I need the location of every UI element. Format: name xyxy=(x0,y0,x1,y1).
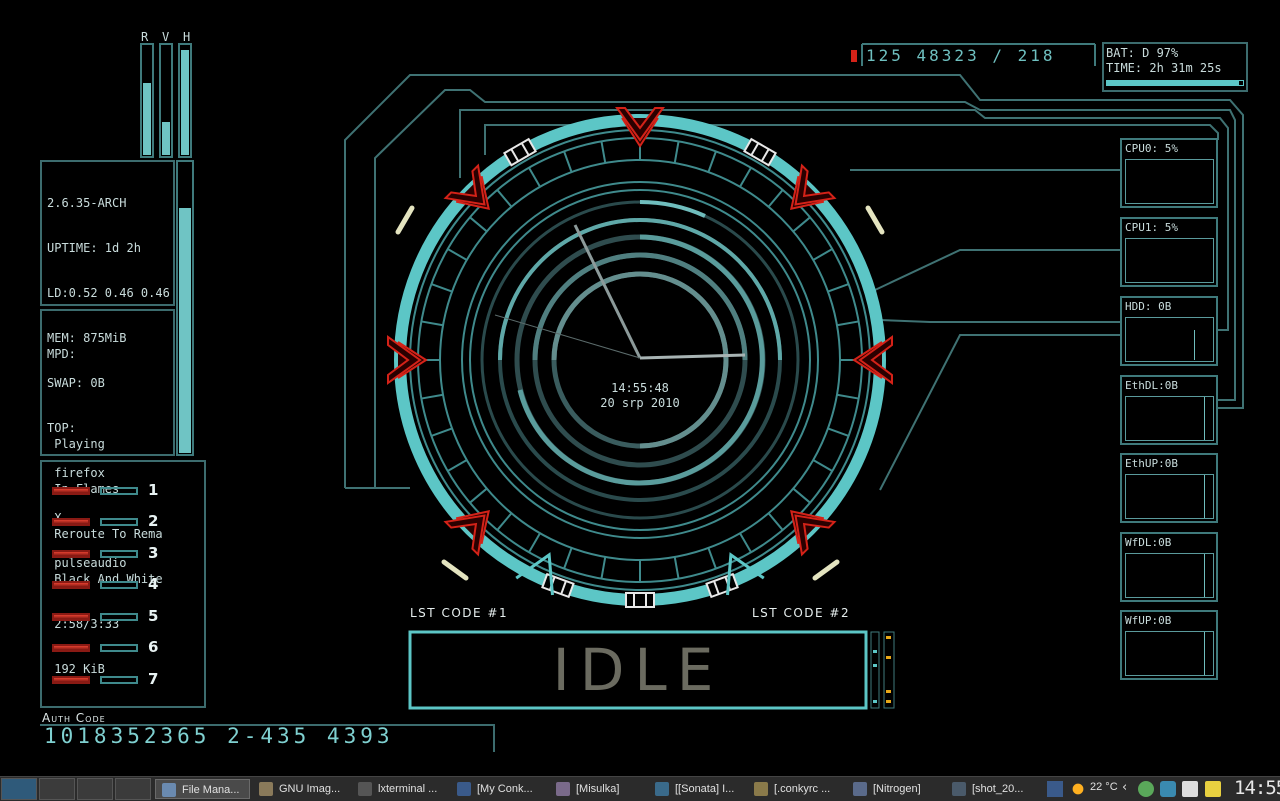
task-label: [[Sonata] I... xyxy=(675,783,735,795)
image-viewer-icon xyxy=(556,782,570,796)
disk-graph-panel: HDD: 0B xyxy=(1120,296,1218,366)
net-graph-panel: EthUP:0B xyxy=(1120,453,1218,523)
graph-plot xyxy=(1125,159,1214,204)
graph-plot xyxy=(1125,553,1214,598)
taskbar-task[interactable]: [.conkyrc ... xyxy=(748,779,843,799)
desktop-2-button[interactable] xyxy=(39,778,75,800)
taskbar-task[interactable]: File Mana... xyxy=(155,779,250,799)
taskbar-task[interactable]: GNU Imag... xyxy=(253,779,348,799)
desktop-3-button[interactable] xyxy=(77,778,113,800)
graph-label: CPU0: 5% xyxy=(1125,142,1178,155)
lst-code-2-label: LST CODE #2 xyxy=(752,606,851,620)
screenshot-icon xyxy=(952,782,966,796)
weather-temp: 22 °C xyxy=(1090,781,1118,793)
chevron-marker xyxy=(387,335,428,385)
top-counter: 125 48323 / 218 xyxy=(866,46,1056,65)
task-label: File Mana... xyxy=(182,784,240,796)
taskbar-task[interactable]: [[Sonata] I... xyxy=(649,779,744,799)
task-label: [Misulka] xyxy=(576,783,620,795)
terminal-icon xyxy=(358,782,372,796)
cpu-graph-panel: CPU0: 5% xyxy=(1120,138,1218,208)
task-label: GNU Imag... xyxy=(279,783,341,795)
taskbar-task[interactable]: [My Conk... xyxy=(451,779,546,799)
task-label: [My Conk... xyxy=(477,783,533,795)
task-label: [.conkyrc ... xyxy=(774,783,831,795)
notes-icon[interactable] xyxy=(1205,781,1221,797)
graph-label: HDD: 0B xyxy=(1125,300,1172,313)
battery-status: BAT: D 97% xyxy=(1106,46,1179,60)
clamp-bolt xyxy=(743,137,777,167)
clamp-bolt xyxy=(541,572,575,599)
gimp-icon xyxy=(259,782,273,796)
graph-label: WfUP:0B xyxy=(1125,614,1172,627)
nitrogen-icon xyxy=(853,782,867,796)
file-manager-icon xyxy=(162,783,176,797)
clamp-bolt xyxy=(503,137,537,167)
graph-label: EthDL:0B xyxy=(1125,379,1178,392)
counter-indicator xyxy=(851,50,857,62)
graph-plot xyxy=(1125,238,1214,283)
graph-label: WfDL:0B xyxy=(1125,536,1172,549)
graph-plot xyxy=(1125,474,1214,519)
chevron-marker xyxy=(615,107,665,148)
volume-icon[interactable] xyxy=(1160,781,1176,797)
cpu-graph-panel: CPU1: 5% xyxy=(1120,217,1218,287)
text-editor-icon xyxy=(754,782,768,796)
task-label: [Nitrogen] xyxy=(873,783,921,795)
music-icon xyxy=(655,782,669,796)
browser-icon xyxy=(457,782,471,796)
taskbar-task[interactable]: [Nitrogen] xyxy=(847,779,942,799)
graph-plot xyxy=(1125,317,1214,362)
clamp-bolt xyxy=(625,592,655,608)
battery-panel: BAT: D 97% TIME: 2h 31m 25s xyxy=(1102,42,1248,92)
window-icon[interactable] xyxy=(1047,781,1063,797)
lst-code-1-label: LST CODE #1 xyxy=(410,606,509,620)
battery-time: TIME: 2h 31m 25s xyxy=(1106,61,1222,75)
clock-time: 14:55:48 xyxy=(611,381,669,395)
network-icon[interactable] xyxy=(1138,781,1154,797)
desktop-1-button[interactable] xyxy=(1,778,37,800)
tray-expand-icon[interactable]: ‹ xyxy=(1122,780,1127,795)
task-label: lxterminal ... xyxy=(378,783,438,795)
net-graph-panel: EthDL:0B xyxy=(1120,375,1218,445)
taskbar-task[interactable]: [Misulka] xyxy=(550,779,645,799)
wifi-graph-panel: WfUP:0B xyxy=(1120,610,1218,680)
taskbar-task[interactable]: lxterminal ... xyxy=(352,779,447,799)
chevron-marker xyxy=(852,335,893,385)
task-label: [shot_20... xyxy=(972,783,1024,795)
taskbar-clock[interactable]: 14:55 xyxy=(1234,777,1280,799)
weather-sun-icon[interactable] xyxy=(1070,781,1086,797)
taskbar-task[interactable]: [shot_20... xyxy=(946,779,1041,799)
lst-status: IDLE xyxy=(552,636,724,704)
clock-date: 20 srp 2010 xyxy=(600,396,680,410)
battery-bar xyxy=(1106,80,1244,86)
clock-minute-hand xyxy=(639,353,746,360)
desktop-4-button[interactable] xyxy=(115,778,151,800)
clamp-bolt xyxy=(705,572,739,599)
taskbar: File Mana... GNU Imag... lxterminal ... [My… xyxy=(0,776,1280,801)
graph-label: CPU1: 5% xyxy=(1125,221,1178,234)
graph-plot xyxy=(1125,631,1214,676)
graph-plot xyxy=(1125,396,1214,441)
mail-icon[interactable] xyxy=(1182,781,1198,797)
graph-label: EthUP:0B xyxy=(1125,457,1178,470)
wifi-graph-panel: WfDL:0B xyxy=(1120,532,1218,602)
